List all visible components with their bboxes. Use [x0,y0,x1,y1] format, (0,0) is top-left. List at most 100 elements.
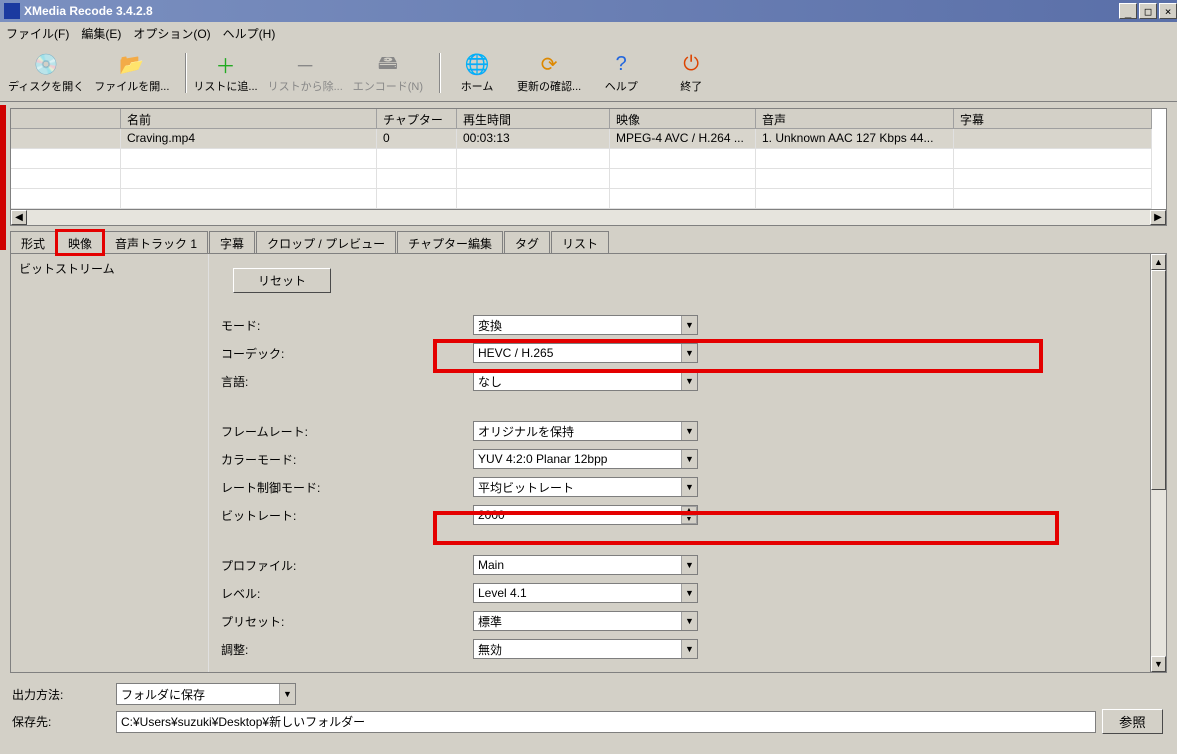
file-list-header[interactable]: チャプター [377,109,457,129]
file-list-header[interactable]: 映像 [610,109,756,129]
colormode-label: カラーモード: [221,451,473,468]
preset-combo[interactable]: 標準▼ [473,611,698,631]
mode-combo[interactable]: 変換▼ [473,315,698,335]
file-list-cell[interactable] [11,129,121,149]
bitrate-label: ビットレート: [221,507,473,524]
browse-button[interactable]: 参照 [1102,709,1163,734]
menu-edit[interactable]: 編集(E) [81,25,121,42]
bitrate-spinner[interactable]: 2000▲▼ [473,505,698,525]
help-icon: ? [607,52,635,78]
file-list-cell[interactable]: MPEG-4 AVC / H.264 ... [610,129,756,149]
file-list-header[interactable]: 再生時間 [457,109,610,129]
codec-combo[interactable]: HEVC / H.265▼ [473,343,698,363]
output-method-combo[interactable]: フォルダに保存▼ [116,683,296,705]
menubar: ファイル(F) 編集(E) オプション(O) ヘルプ(H) [0,22,1177,44]
file-list-cell[interactable]: 00:03:13 [457,129,610,149]
remove-list-button[interactable]: －リストから除... [268,52,343,94]
plus-icon: ＋ [211,52,239,78]
file-list-scrollbar[interactable]: ◀ ▶ [11,209,1166,225]
chevron-down-icon: ▼ [681,556,697,574]
home-button[interactable]: 🌐ホーム [447,52,507,94]
minimize-button[interactable]: _ [1119,3,1137,19]
maximize-button[interactable]: □ [1139,3,1157,19]
globe-icon: 🌐 [463,52,491,78]
language-combo[interactable]: なし▼ [473,371,698,391]
add-list-button[interactable]: ＋リストに追... [193,52,257,94]
close-button[interactable]: × [1159,3,1177,19]
open-file-button[interactable]: 📂ファイルを開... [94,52,169,94]
chevron-down-icon: ▼ [681,316,697,334]
scroll-right-icon[interactable]: ▶ [1150,210,1166,225]
file-list-cell[interactable]: 1. Unknown AAC 127 Kbps 44... [756,129,954,149]
file-list-cell[interactable]: 0 [377,129,457,149]
level-combo[interactable]: Level 4.1▼ [473,583,698,603]
framerate-label: フレームレート: [221,423,473,440]
chevron-down-icon: ▼ [681,584,697,602]
scroll-down-icon[interactable]: ▼ [1151,656,1166,672]
menu-help[interactable]: ヘルプ(H) [223,25,276,42]
chevron-down-icon: ▼ [681,344,697,362]
output-method-label: 出力方法: [12,686,116,703]
dest-label: 保存先: [12,713,116,730]
encode-icon: 🖴 [374,52,402,78]
toolbar: 💿ディスクを開く 📂ファイルを開... ＋リストに追... －リストから除...… [0,44,1177,102]
tree-pane: ビットストリーム [11,254,209,672]
mode-label: モード: [221,317,473,334]
chevron-down-icon: ▼ [681,478,697,496]
tab-audio[interactable]: 音声トラック 1 [104,231,208,254]
colormode-combo[interactable]: YUV 4:2:0 Planar 12bpp▼ [473,449,698,469]
file-list-header[interactable]: 名前 [121,109,377,129]
spin-down-icon[interactable]: ▼ [681,515,697,524]
bottom-panel: 出力方法: フォルダに保存▼ 保存先: C:¥Users¥suzuki¥Desk… [0,673,1177,740]
window-title: XMedia Recode 3.4.2.8 [24,4,1117,18]
file-list-cell[interactable] [954,129,1152,149]
spin-up-icon[interactable]: ▲ [681,506,697,515]
exit-button[interactable]: ⏻終了 [661,52,721,94]
file-list-header[interactable]: 字幕 [954,109,1152,129]
tab-bar: 形式 映像 音声トラック 1 字幕 クロップ / プレビュー チャプター編集 タ… [10,230,1167,253]
scroll-left-icon[interactable]: ◀ [11,210,27,225]
form-scrollbar[interactable]: ▲ ▼ [1150,254,1166,672]
file-list-cell [11,149,121,169]
file-list-header[interactable]: 音声 [756,109,954,129]
file-list-cell [11,169,121,189]
tab-tag[interactable]: タグ [504,231,550,254]
ratecontrol-combo[interactable]: 平均ビットレート▼ [473,477,698,497]
help-button[interactable]: ?ヘルプ [591,52,651,94]
chevron-down-icon: ▼ [681,612,697,630]
tab-list[interactable]: リスト [551,231,609,254]
chevron-down-icon: ▼ [681,372,697,390]
codec-label: コーデック: [221,345,473,362]
menu-options[interactable]: オプション(O) [133,25,210,42]
chevron-down-icon: ▼ [279,684,295,704]
profile-combo[interactable]: Main▼ [473,555,698,575]
app-icon [4,3,20,19]
ratecontrol-label: レート制御モード: [221,479,473,496]
titlebar: XMedia Recode 3.4.2.8 _ □ × [0,0,1177,22]
power-icon: ⏻ [677,52,705,78]
tab-video[interactable]: 映像 [57,231,103,254]
chevron-down-icon: ▼ [681,422,697,440]
dest-path-input[interactable]: C:¥Users¥suzuki¥Desktop¥新しいフォルダー [116,711,1096,733]
reset-button[interactable]: リセット [233,268,331,293]
encode-button[interactable]: 🖴エンコード(N) [353,52,423,94]
open-disc-button[interactable]: 💿ディスクを開く [8,52,84,94]
file-list: 名前 チャプター 再生時間 映像 音声 字幕 Craving.mp4 0 00:… [10,108,1167,226]
folder-icon: 📂 [118,52,146,78]
update-button[interactable]: ⟳更新の確認... [517,52,581,94]
framerate-combo[interactable]: オリジナルを保持▼ [473,421,698,441]
menu-file[interactable]: ファイル(F) [6,25,69,42]
minus-icon: － [291,52,319,78]
tab-format[interactable]: 形式 [10,231,56,254]
file-list-header[interactable] [11,109,121,129]
tree-root[interactable]: ビットストリーム [19,260,200,277]
tab-content: ビットストリーム リセット モード: 変換▼ コーデック: HEVC / H.2… [10,253,1167,673]
tune-combo[interactable]: 無効▼ [473,639,698,659]
chevron-down-icon: ▼ [681,640,697,658]
tab-chapter[interactable]: チャプター編集 [397,231,503,254]
scroll-thumb[interactable] [1151,270,1166,490]
scroll-up-icon[interactable]: ▲ [1151,254,1166,270]
tab-subtitle[interactable]: 字幕 [209,231,255,254]
tab-crop[interactable]: クロップ / プレビュー [256,231,396,254]
file-list-cell[interactable]: Craving.mp4 [121,129,377,149]
